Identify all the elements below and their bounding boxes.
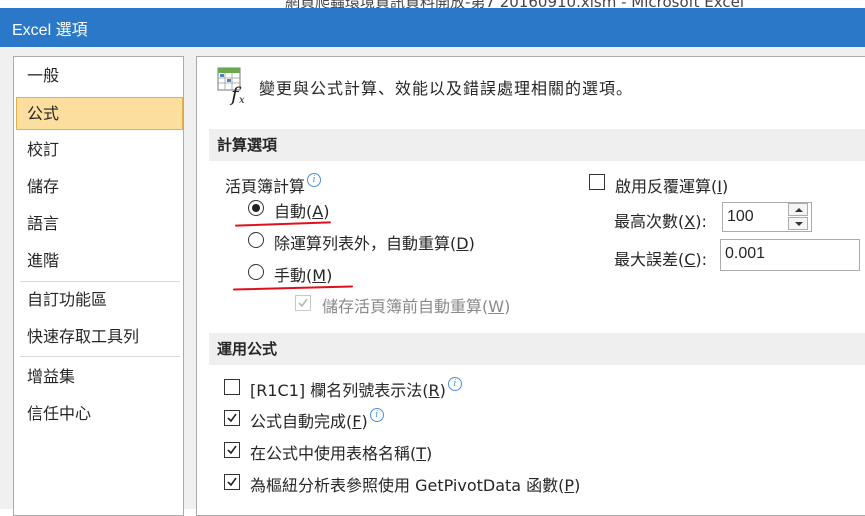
dialog-title: Excel 選項 [12, 22, 88, 39]
max-iterations-label: 最高次數(X): [614, 212, 707, 231]
getpivotdata-label[interactable]: 為樞紐分析表參照使用 GetPivotData 函數(P) [250, 472, 580, 496]
getpivotdata-checkbox[interactable] [224, 474, 240, 490]
panel-description: 變更與公式計算、效能以及錯誤處理相關的選項。 [259, 79, 634, 98]
background-window: 網頁爬蟲環境資訊資料開放-第7 20160910.xlsm - Microsof… [0, 0, 865, 8]
info-icon[interactable]: i [447, 377, 462, 391]
table-names-label[interactable]: 在公式中使用表格名稱(T) [250, 440, 432, 464]
enable-iterative-calc-label[interactable]: 啟用反覆運算(I) [615, 173, 728, 197]
checkmark-icon [227, 477, 237, 487]
nav-item-customize-ribbon[interactable]: 自訂功能區 [16, 283, 183, 316]
nav-item-proofing[interactable]: 校訂 [16, 133, 183, 166]
nav-item-formulas[interactable]: 公式 [16, 97, 183, 130]
checkmark-icon [227, 413, 237, 423]
formula-autocomplete-checkbox[interactable] [224, 410, 240, 426]
info-icon[interactable]: i [307, 173, 322, 187]
radio-automatic-except-tables[interactable] [248, 232, 264, 248]
nav-item-quick-access-toolbar[interactable]: 快速存取工具列 [16, 320, 183, 353]
formula-autocomplete-label[interactable]: 公式自動完成(F) i [250, 408, 384, 432]
enable-iterative-calc-checkbox[interactable] [589, 174, 605, 190]
caret-up-icon [795, 208, 803, 212]
nav-item-advanced[interactable]: 進階 [16, 244, 183, 277]
recalc-before-save-label[interactable]: 儲存活頁簿前自動重算(W) [322, 293, 510, 317]
nav-item-trust-center[interactable]: 信任中心 [16, 397, 183, 430]
background-window-title: 網頁爬蟲環境資訊資料開放-第7 20160910.xlsm - Microsof… [285, 0, 744, 8]
table-names-checkbox[interactable] [224, 442, 240, 458]
nav-item-addins[interactable]: 增益集 [16, 360, 183, 393]
max-iterations-spinner[interactable] [788, 203, 810, 231]
nav-divider [20, 356, 180, 357]
options-content-panel: f x 變更與公式計算、效能以及錯誤處理相關的選項。 計算選項 活頁簿計算 i 自… [196, 56, 865, 516]
info-icon[interactable]: i [369, 408, 384, 422]
section-header-working-with-formulas: 運用公式 [209, 333, 865, 365]
svg-text:x: x [239, 95, 245, 105]
section-header-calculation: 計算選項 [209, 129, 865, 161]
dialog-client-area: 一般 公式 校訂 儲存 語言 進階 自訂功能區 快速存取工具列 增益集 信任中心… [0, 47, 865, 516]
nav-item-language[interactable]: 語言 [16, 207, 183, 240]
red-annotation-underline [232, 285, 354, 291]
radio-automatic[interactable] [248, 200, 264, 216]
workbook-calculation-label: 活頁簿計算 i [225, 173, 322, 197]
nav-item-save[interactable]: 儲存 [16, 170, 183, 203]
max-change-input[interactable]: 0.001 [720, 239, 860, 271]
radio-automatic-except-tables-label[interactable]: 除運算列表外，自動重算(D) [274, 230, 475, 254]
formula-fx-icon: f x [217, 67, 245, 105]
nav-divider [20, 281, 180, 282]
radio-manual[interactable] [248, 264, 264, 280]
spin-up-button[interactable] [788, 203, 808, 216]
r1c1-reference-checkbox[interactable] [224, 379, 240, 395]
recalc-before-save-checkbox[interactable] [295, 295, 311, 311]
max-change-label: 最大誤差(C): [614, 250, 708, 269]
caret-down-icon [795, 222, 803, 226]
options-category-list: 一般 公式 校訂 儲存 語言 進階 自訂功能區 快速存取工具列 增益集 信任中心 [13, 56, 184, 516]
nav-item-general[interactable]: 一般 [16, 59, 183, 92]
radio-manual-label[interactable]: 手動(M) [274, 262, 332, 286]
radio-automatic-label[interactable]: 自動(A) [274, 198, 329, 222]
dialog-titlebar[interactable]: Excel 選項 [0, 8, 865, 47]
spin-down-button[interactable] [788, 217, 808, 230]
checkmark-icon [227, 445, 237, 455]
r1c1-reference-label[interactable]: [R1C1] 欄名列號表示法(R) i [250, 377, 462, 401]
red-annotation-underline [234, 221, 332, 227]
